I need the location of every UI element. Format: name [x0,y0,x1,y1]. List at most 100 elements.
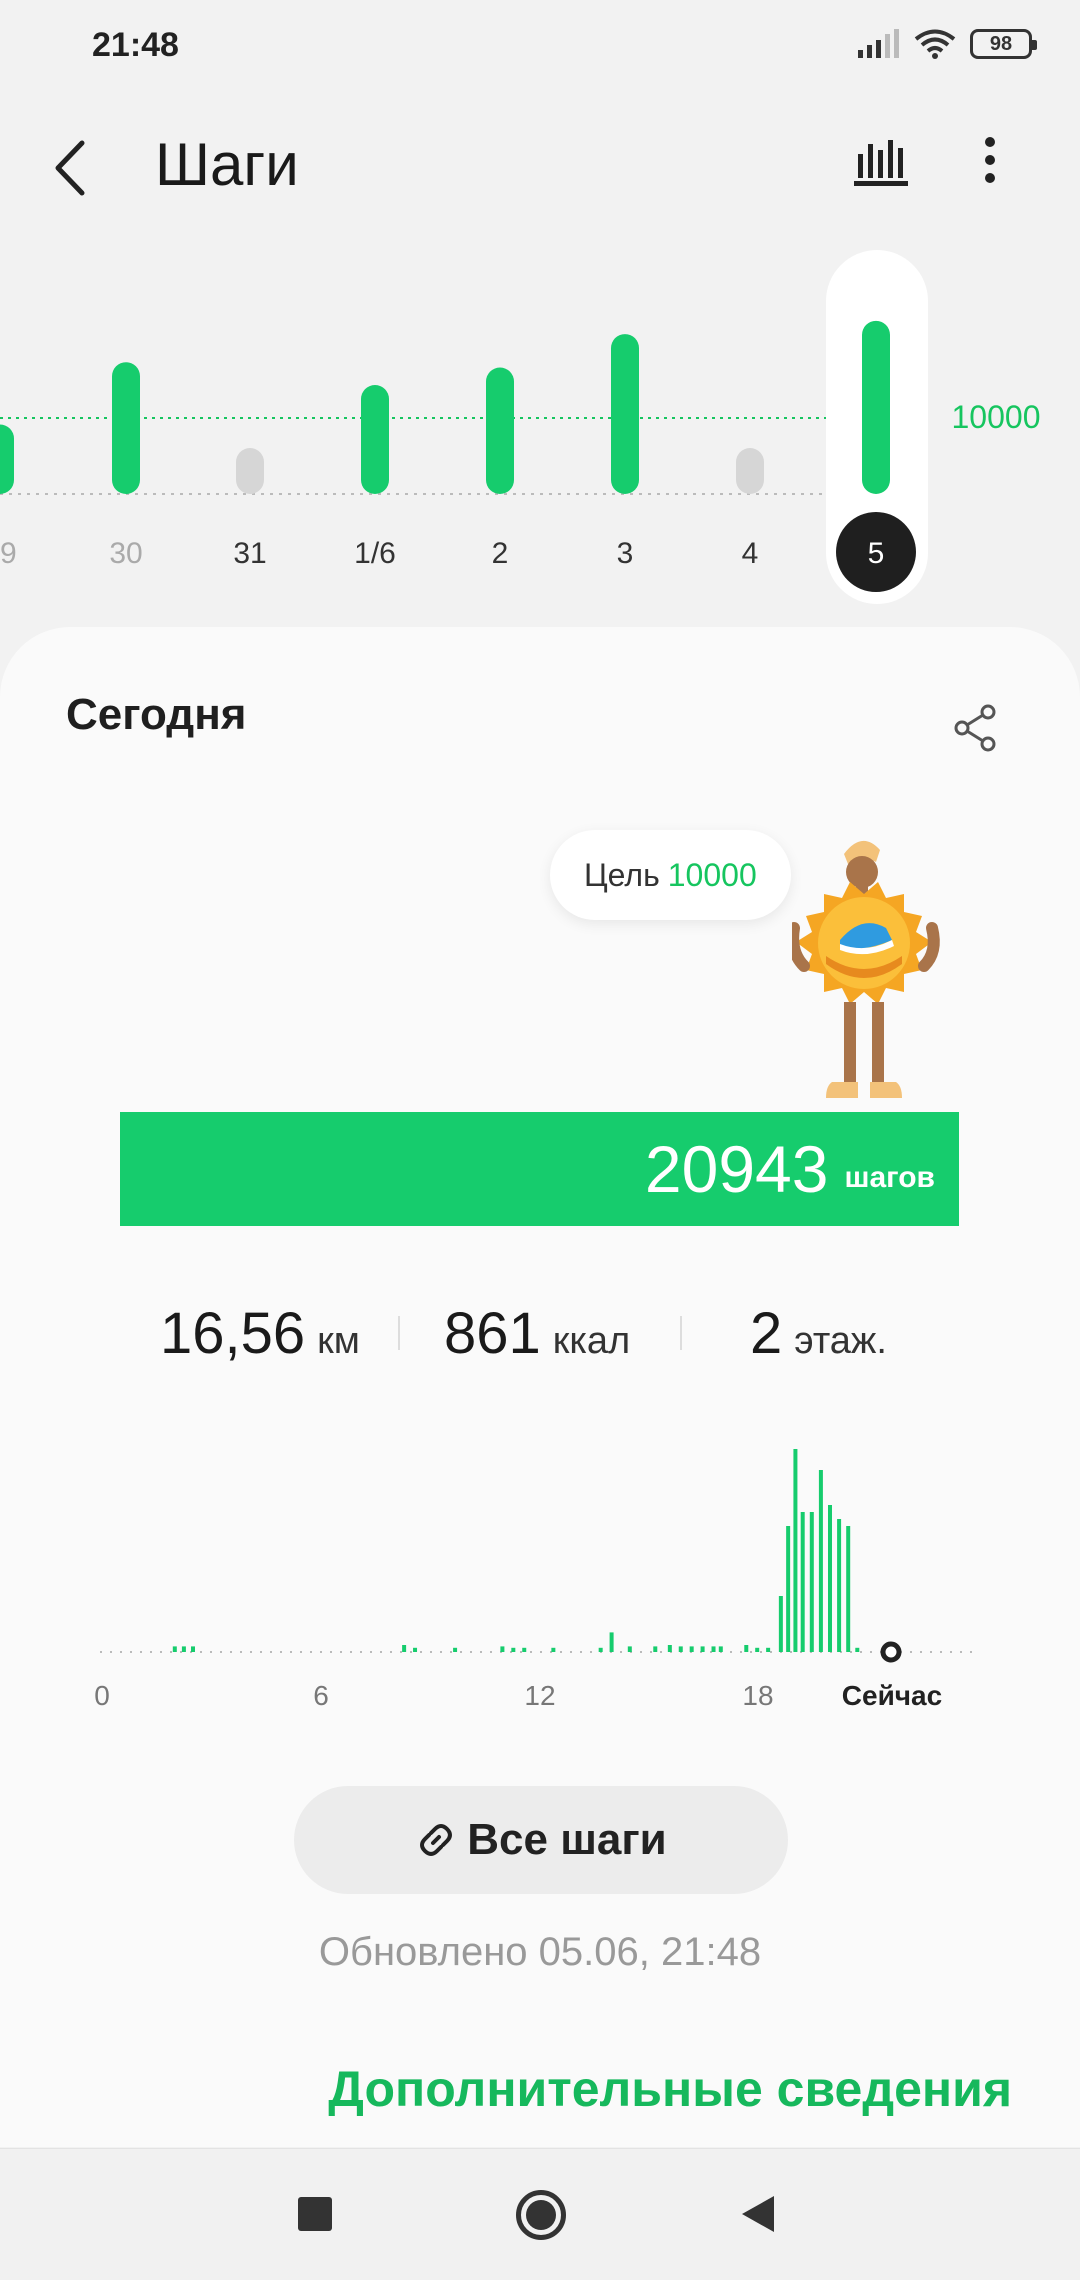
more-options-button[interactable] [960,130,1020,200]
today-title: Сегодня [66,690,247,739]
floors-unit: этаж. [794,1320,887,1362]
more-vertical-icon [985,137,995,183]
distance-value: 16,56 [160,1301,306,1366]
mascot-illustration [792,840,940,1098]
week-day-label[interactable]: 3 [617,537,634,570]
hour-bar [678,1646,683,1652]
week-day-label[interactable]: 2 [492,537,509,570]
week-bar-3[interactable] [611,334,639,494]
goal-prefix: Цель [584,856,660,893]
hour-bar [522,1647,527,1652]
page-title: Шаги [155,131,299,198]
recents-button[interactable] [298,2197,332,2231]
goal-bubble: Цель 10000 [550,830,791,920]
week-bar-31[interactable] [236,448,264,494]
hour-bar [653,1646,658,1652]
calories-metric: 861 ккал [444,1300,630,1367]
distance-metric: 16,56 км [160,1300,360,1367]
hour-bar [786,1526,791,1652]
home-icon [526,2200,556,2230]
hour-bar [800,1512,805,1652]
hour-bar [598,1647,603,1652]
battery-icon: 98 [970,29,1037,59]
steps-unit: шагов [844,1161,935,1194]
week-bar-29[interactable] [0,424,14,494]
status-icons: 98 [856,28,1037,60]
distance-unit: км [317,1320,360,1362]
steps-progress-bar: 20943 шагов [120,1112,959,1226]
week-day-label[interactable]: 1/6 [354,537,396,570]
hour-bar [511,1647,516,1652]
week-day-label[interactable]: 4 [742,537,759,570]
hour-bar [846,1526,851,1652]
hour-bar [402,1645,407,1652]
all-steps-label: Все шаги [467,1815,667,1864]
status-time: 21:48 [92,26,179,64]
divider [680,1316,682,1350]
hour-bar [855,1647,860,1652]
hour-bar [700,1646,705,1652]
hour-bar [718,1646,723,1652]
divider [398,1316,400,1350]
battery-level: 98 [989,32,1013,55]
hour-bar [500,1646,505,1652]
link-icon [420,1824,453,1856]
hour-bar [744,1645,749,1652]
hour-bar [793,1449,798,1652]
week-day-label[interactable]: 29 [0,537,17,570]
share-button[interactable] [948,700,1004,756]
hour-bar [778,1596,783,1652]
updated-timestamp: Обновлено 05.06, 21:48 [318,1930,762,1974]
hour-bar [689,1646,694,1652]
week-bar-30[interactable] [112,362,140,494]
calories-unit: ккал [552,1320,631,1362]
hour-bar [627,1646,632,1652]
hour-bar [172,1646,177,1652]
signal-icon [858,29,899,58]
steps-value: 20943 [644,1132,829,1206]
week-bar-5[interactable] [862,320,890,494]
home-button[interactable] [516,2190,566,2240]
back-button[interactable] [50,128,120,208]
wifi-icon [914,29,956,59]
week-day-label[interactable]: 31 [233,537,266,570]
hour-bar [809,1512,814,1652]
share-icon [954,704,996,752]
hour-bar [191,1646,195,1652]
week-day-label[interactable]: 30 [109,537,142,570]
goal-label: 10000 [952,399,1041,435]
nav-back-button[interactable] [742,2196,774,2232]
hour-bar [818,1470,823,1652]
goal-value: 10000 [667,856,757,893]
week-bar-4[interactable] [736,448,764,494]
more-info-link[interactable]: Дополнительные сведения [0,2060,1012,2118]
bar-chart-icon [854,140,908,186]
statistics-button[interactable] [852,130,922,200]
week-bar-2[interactable] [486,367,514,494]
hour-bar [755,1647,760,1652]
week-day-label[interactable]: 5 [868,537,885,570]
hour-bar [828,1505,832,1652]
hour-bar [609,1632,614,1652]
back-arrow-icon [55,140,85,196]
calories-value: 861 [444,1301,541,1366]
week-bar-1-6[interactable] [361,385,389,494]
hour-bar [766,1647,771,1652]
hour-bar [453,1647,458,1652]
hour-bar [181,1646,186,1652]
hour-bar [413,1647,418,1652]
hour-bar [667,1645,672,1652]
x-tick-12: 12 [524,1680,555,1711]
hour-bar [711,1646,716,1652]
floors-metric: 2 этаж. [750,1300,887,1367]
x-tick-0: 0 [94,1680,110,1711]
hour-bar [837,1519,842,1652]
floors-value: 2 [750,1301,783,1366]
x-tick-now: Сейчас [842,1680,942,1711]
x-tick-18: 18 [742,1680,773,1711]
all-steps-button[interactable]: Все шаги [294,1786,788,1894]
now-marker [880,1641,902,1663]
hour-bar [551,1647,556,1652]
hourly-steps-chart: 0 6 12 18 Сейчас [94,1449,980,1711]
week-steps-chart[interactable]: 10000 29 30 31 1/6 2 3 4 5 [0,250,1080,630]
